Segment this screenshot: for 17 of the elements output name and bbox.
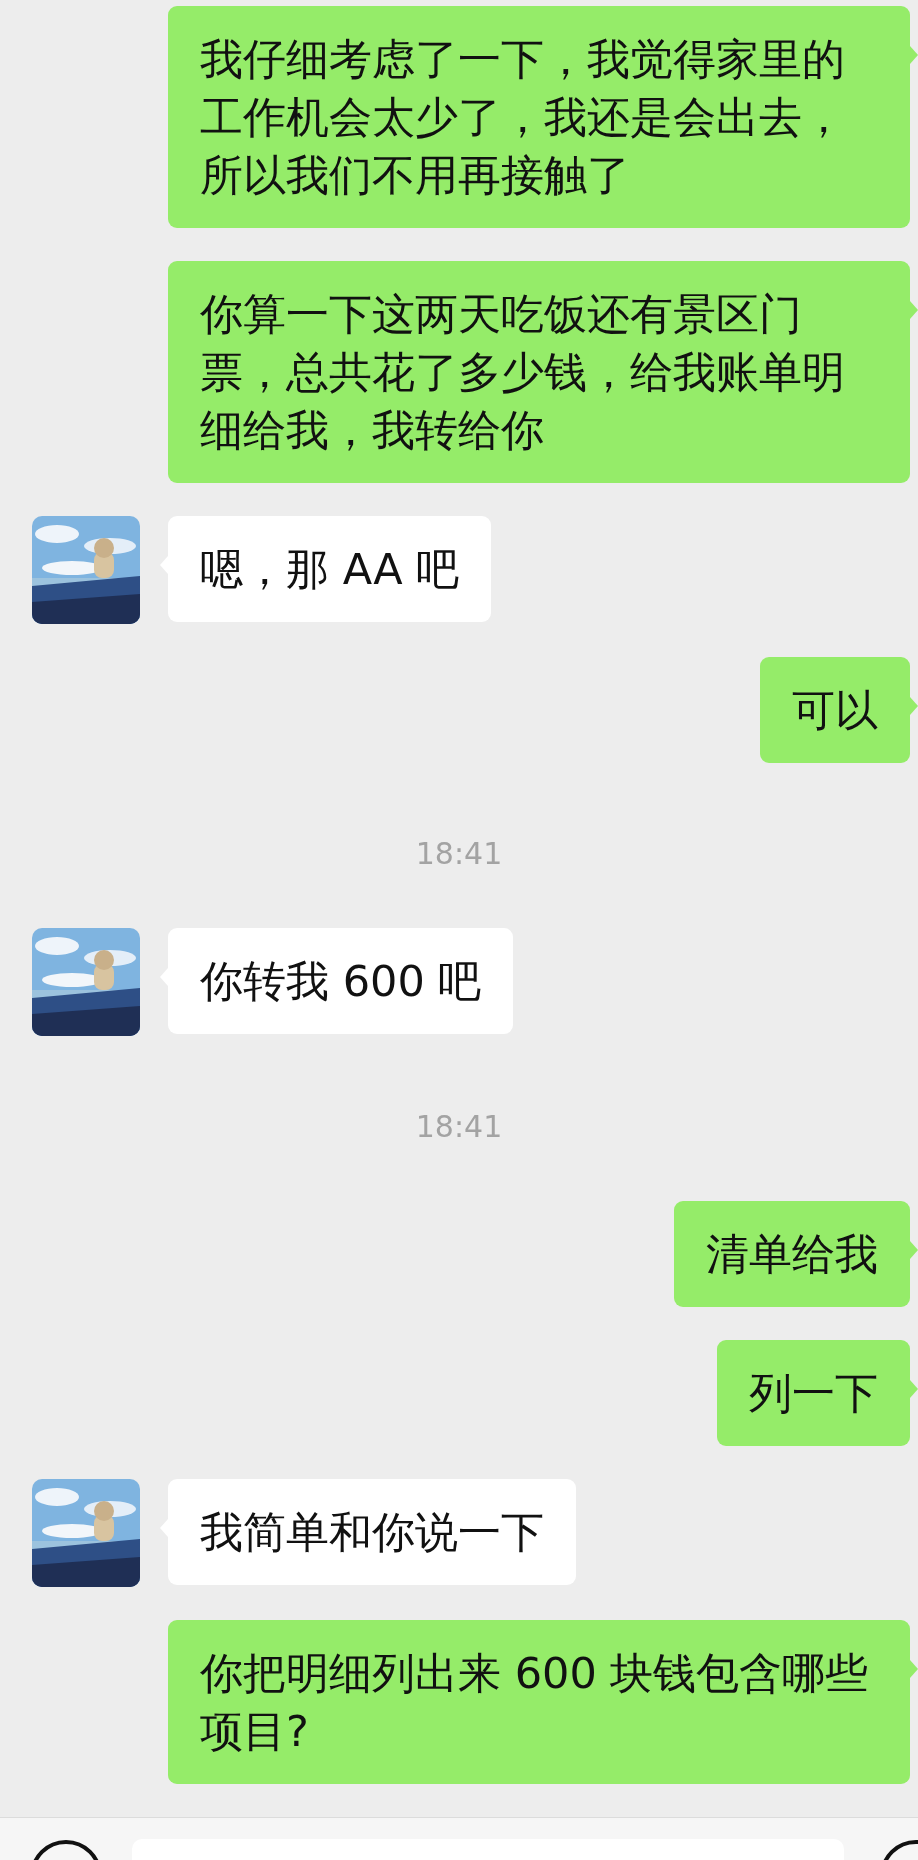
message-bubble: 你算一下这两天吃饭还有景区门票，总共花了多少钱，给我账单明细给我，我转给你: [168, 261, 910, 483]
bubble-tail: [910, 46, 918, 64]
message-bubble: 可以: [760, 657, 910, 763]
message-bubble: 我仔细考虑了一下，我觉得家里的工作机会太少了，我还是会出去，所以我们不用再接触了: [168, 6, 910, 228]
message-bubble: 你把明细列出来 600 块钱包含哪些项目?: [168, 1620, 910, 1784]
message-bubble: 你转我 600 吧: [168, 928, 514, 1034]
timestamp: 18:41: [415, 1109, 503, 1145]
message-bubble: 列一下: [717, 1340, 910, 1446]
bubble-tail: [910, 1660, 918, 1678]
message-bubble: 清单给我: [674, 1201, 910, 1307]
bubble-tail: [910, 697, 918, 715]
timestamp: 18:41: [415, 836, 503, 872]
message-bubble: 嗯，那 AA 吧: [168, 516, 492, 622]
bubble-tail: [910, 301, 918, 319]
message-bubble: 我简单和你说一下: [168, 1479, 576, 1585]
bubble-tail: [910, 1380, 918, 1398]
bubble-tail: [910, 1241, 918, 1259]
